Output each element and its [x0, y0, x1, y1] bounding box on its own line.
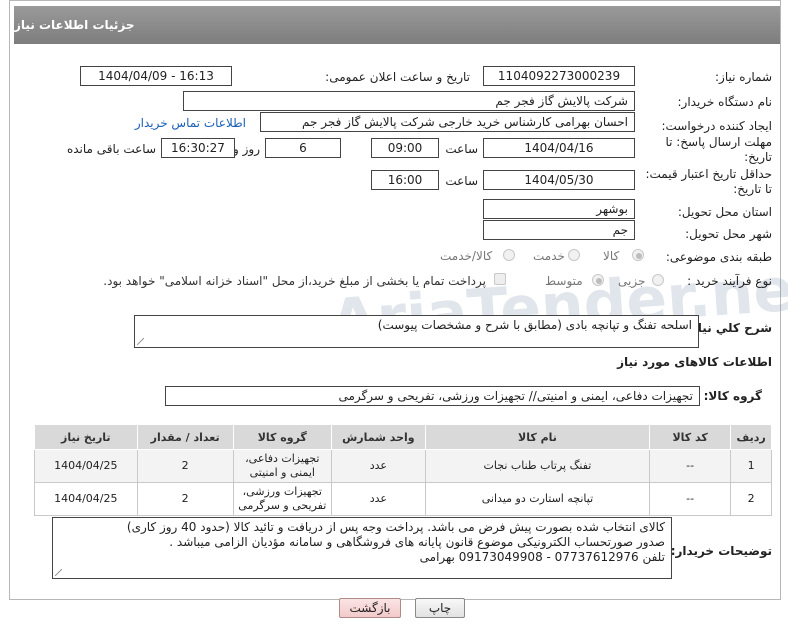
days-label: روز و [233, 142, 260, 156]
validity-time-label: ساعت [445, 174, 478, 188]
validity-label: حداقل تاریخ اعتبار قیمت: [645, 167, 772, 181]
cell-row-number: 2 [730, 482, 772, 516]
buyer-notes-line: کالای انتخاب شده بصورت پیش فرض می باشد. … [126, 520, 665, 534]
process-radio-medium[interactable] [592, 274, 604, 286]
col-header-row-number: ردیف [730, 424, 772, 450]
back-button[interactable]: بازگشت [339, 598, 401, 618]
category-radio-goods[interactable] [632, 249, 644, 261]
category-radio-service[interactable] [568, 249, 580, 261]
deadline-date-field: 1404/04/16 [483, 138, 635, 158]
province-field: بوشهر [483, 199, 635, 219]
buyer-notes-label: توضیحات خریدار: [670, 544, 772, 558]
announce-label: تاریخ و ساعت اعلان عمومی: [325, 70, 470, 84]
col-header-code: کد کالا [649, 424, 732, 450]
province-label: استان محل تحویل: [677, 205, 772, 219]
resize-handle-icon[interactable] [137, 338, 144, 345]
process-option-medium: متوسط [545, 274, 583, 288]
cell-need-date: 1404/04/25 [34, 482, 138, 516]
col-header-unit: واحد شمارش [330, 424, 426, 450]
cell-name: تپانچه استارت دو میدانی [424, 482, 651, 516]
back-button-label: بازگشت [349, 601, 391, 615]
days-field: 6 [265, 138, 341, 158]
description-textarea[interactable]: اسلحه تفنگ و تپانچه بادی (مطابق با شرح و… [134, 315, 699, 348]
buyer-notes-textarea[interactable]: کالای انتخاب شده بصورت پیش فرض می باشد. … [52, 517, 672, 579]
payment-note: پرداخت تمام یا بخشی از مبلغ خرید،از محل … [103, 274, 486, 288]
announce-datetime-field: 1404/04/09 - 16:13 [80, 66, 232, 86]
goods-section-title: اطلاعات کالاهای مورد نیاز [617, 355, 772, 369]
cell-code: -- [649, 482, 732, 516]
remaining-time-field: 16:30:27 [161, 138, 235, 158]
process-label: نوع فرآیند خرید : [687, 274, 772, 288]
process-option-minor: جزیی [618, 274, 646, 288]
cell-group: تجهیزات ورزشی، تفریحی و سرگرمی [232, 482, 332, 516]
need-number-label: شماره نیاز: [715, 70, 772, 84]
col-header-quantity: تعداد / مقدار [136, 424, 234, 450]
panel-title: جزئیات اطلاعات نیاز [14, 18, 135, 32]
payment-treasury-checkbox[interactable] [494, 273, 506, 285]
cell-group: تجهیزات دفاعی، ایمنی و امنیتی [232, 449, 332, 483]
deadline-time-label: ساعت [445, 142, 478, 156]
col-header-name: نام کالا [424, 424, 651, 450]
table-header-row: ردیف کد کالا نام کالا واحد شمارش گروه کا… [34, 424, 772, 450]
description-text: اسلحه تفنگ و تپانچه بادی (مطابق با شرح و… [377, 318, 692, 332]
buyer-notes-line: تلفن 07737612976 - 09173049908 بهرامی [419, 550, 665, 564]
buyer-org-field: شرکت پالایش گاز فجر جم [183, 91, 635, 111]
cell-quantity: 2 [136, 449, 234, 483]
creator-field: احسان بهرامی کارشناس خرید خارجی شرکت پال… [260, 112, 635, 132]
buyer-notes-line: صدور صورتحساب الکترونیکی موضوع قانون پای… [169, 535, 665, 549]
col-header-need-date: تاریخ نیاز [34, 424, 138, 450]
table-row: 1 -- تفنگ پرتاب طناب نجات عدد تجهیزات دف… [34, 449, 772, 483]
creator-label: ایجاد کننده درخواست: [661, 119, 772, 133]
deadline-time-field: 09:00 [371, 138, 439, 158]
need-number-field: 1104092273000239 [483, 66, 635, 86]
category-option-goods-service: کالا/خدمت [440, 249, 493, 263]
validity-label-date: تا تاریخ: [733, 182, 772, 196]
print-button[interactable]: چاپ [415, 598, 465, 618]
deadline-label: مهلت ارسال پاسخ: تا [665, 135, 772, 149]
city-field: جم [483, 220, 635, 240]
resize-handle-icon[interactable] [55, 569, 62, 576]
cell-row-number: 1 [730, 449, 772, 483]
contact-info-link[interactable]: اطلاعات تماس خریدار [135, 116, 246, 130]
cell-code: -- [649, 449, 732, 483]
cell-need-date: 1404/04/25 [34, 449, 138, 483]
validity-time-field: 16:00 [371, 170, 439, 190]
cell-unit: عدد [330, 449, 426, 483]
goods-group-label: گروه کالا: [703, 389, 762, 403]
cell-quantity: 2 [136, 482, 234, 516]
validity-date-field: 1404/05/30 [483, 170, 635, 190]
category-label: طبقه بندی موضوعی: [665, 250, 772, 264]
category-radio-goods-service[interactable] [503, 249, 515, 261]
col-header-group: گروه کالا [232, 424, 332, 450]
items-table-wrapper: ردیف کد کالا نام کالا واحد شمارش گروه کا… [34, 424, 772, 516]
buyer-org-label: نام دستگاه خریدار: [677, 95, 773, 109]
remaining-time-label: ساعت باقی مانده [66, 142, 156, 156]
panel-header: جزئیات اطلاعات نیاز [14, 6, 780, 44]
deadline-label-date: تاریخ: [744, 150, 772, 164]
process-radio-minor[interactable] [652, 274, 664, 286]
category-option-goods: کالا [603, 249, 620, 263]
cell-unit: عدد [330, 482, 426, 516]
cell-name: تفنگ پرتاب طناب نجات [424, 449, 651, 483]
table-row: 2 -- تپانچه استارت دو میدانی عدد تجهیزات… [34, 482, 772, 516]
category-option-service: خدمت [533, 249, 565, 263]
city-label: شهر محل تحویل: [685, 227, 772, 241]
print-button-label: چاپ [428, 601, 452, 615]
goods-group-field: تجهیزات دفاعی، ایمنی و امنیتی// تجهیزات … [165, 386, 700, 406]
items-table: ردیف کد کالا نام کالا واحد شمارش گروه کا… [34, 424, 772, 516]
